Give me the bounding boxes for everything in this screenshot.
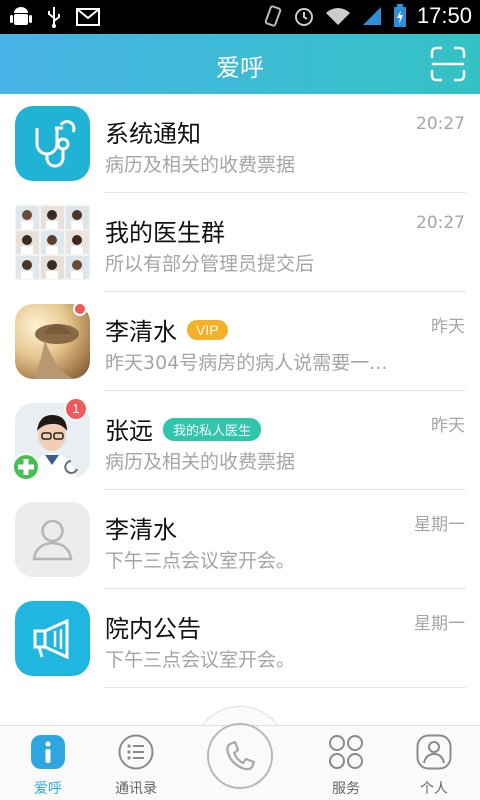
- plus-icon: [12, 453, 40, 481]
- stethoscope-icon: [15, 106, 90, 181]
- nav-item-aihu[interactable]: 爱呼: [0, 726, 96, 800]
- conversation-preview: 病历及相关的收费票据: [105, 451, 296, 473]
- nav-label: 爱呼: [34, 781, 62, 797]
- conversation-name: 我的医生群: [105, 219, 225, 247]
- unread-count-badge: 1: [64, 397, 88, 421]
- conversation-time: 昨天: [431, 416, 465, 436]
- conversation-item-li-qingshui[interactable]: 李清水 下午三点会议室开会。 星期一: [0, 490, 480, 589]
- status-bar: 17:50: [0, 0, 480, 34]
- nav-label: 服务: [332, 781, 360, 797]
- divider: [104, 687, 466, 688]
- services-grid-icon: [329, 735, 363, 769]
- usb-icon: [48, 7, 60, 28]
- unread-dot: [73, 302, 87, 316]
- call-button[interactable]: [207, 723, 273, 789]
- conversation-time: 20:27: [416, 213, 465, 233]
- conversation-name-row: 李清水 VIP: [105, 312, 228, 347]
- conversation-preview: 病历及相关的收费票据: [105, 154, 296, 176]
- conversation-item-hospital-notice[interactable]: 院内公告 下午三点会议室开会。 星期一: [0, 589, 480, 688]
- app-header: 爱呼: [0, 34, 480, 94]
- info-icon: [31, 735, 65, 769]
- nav-item-profile[interactable]: 个人: [386, 726, 480, 800]
- phone-icon: [226, 740, 256, 771]
- conversation-time: 20:27: [416, 114, 465, 134]
- megaphone-icon: [15, 601, 90, 676]
- conversation-name: 院内公告: [105, 615, 201, 643]
- nav-label: 个人: [420, 781, 448, 797]
- conversation-list: 系统通知 病历及相关的收费票据 20:27 我的医生群 所以有部分管理员提交后 …: [0, 94, 480, 688]
- vip-badge: VIP: [187, 320, 228, 340]
- signal-icon: [362, 7, 381, 25]
- conversation-name: 张远: [105, 417, 153, 445]
- conversation-preview: 所以有部分管理员提交后: [105, 253, 315, 275]
- page-title: 爱呼: [216, 54, 264, 82]
- conversation-name: 系统通知: [105, 120, 201, 148]
- conversation-time: 星期一: [414, 515, 465, 535]
- default-user-icon: [15, 502, 90, 577]
- conversation-name-row: 张远 我的私人医生: [105, 411, 262, 446]
- scan-icon[interactable]: [430, 46, 466, 82]
- conversation-name: 李清水: [105, 516, 177, 544]
- conversation-preview: 昨天304号病房的病人说需要一...: [105, 352, 388, 374]
- status-time: 17:50: [416, 3, 472, 28]
- contacts-list-icon: [118, 734, 154, 770]
- conversation-item-zhang-yuan[interactable]: 1 张远 我的私人医生 病历及相关的收费票据 昨天: [0, 391, 480, 490]
- profile-icon: [416, 734, 452, 770]
- conversation-item-doctor-group[interactable]: 我的医生群 所以有部分管理员提交后 20:27: [0, 193, 480, 292]
- nav-item-services[interactable]: 服务: [298, 726, 394, 800]
- android-debug-icon: [10, 7, 32, 25]
- conversation-time: 昨天: [431, 317, 465, 337]
- alarm-icon: [294, 8, 313, 26]
- vibrate-icon: [264, 5, 282, 27]
- conversation-item-li-qingshui-vip[interactable]: 李清水 VIP 昨天304号病房的病人说需要一... 昨天: [0, 292, 480, 391]
- conversation-preview: 下午三点会议室开会。: [105, 649, 296, 671]
- wifi-icon: [325, 8, 350, 25]
- nav-item-contacts[interactable]: 通讯录: [88, 726, 184, 800]
- group-collage-avatar: [15, 205, 90, 280]
- battery-charging-icon: [393, 4, 406, 27]
- private-doctor-badge: 我的私人医生: [163, 417, 262, 441]
- conversation-name: 李清水: [105, 318, 177, 346]
- conversation-preview: 下午三点会议室开会。: [105, 550, 296, 572]
- nav-label: 通讯录: [115, 781, 157, 797]
- conversation-time: 星期一: [414, 614, 465, 634]
- conversation-item-system-notice[interactable]: 系统通知 病历及相关的收费票据 20:27: [0, 94, 480, 193]
- gmail-icon: [76, 8, 100, 26]
